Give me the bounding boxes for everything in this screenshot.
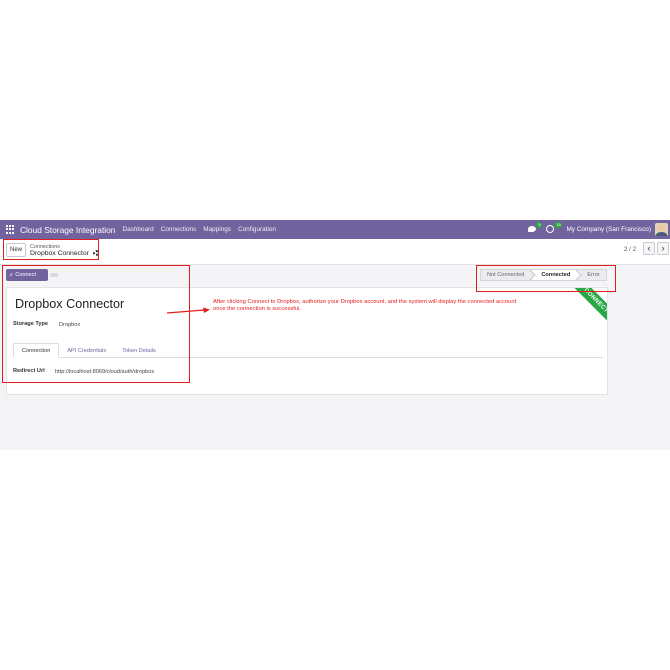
highlight-new-breadcrumb xyxy=(3,239,99,260)
pager-value: 2 / 2 xyxy=(624,246,637,253)
pager-prev-button[interactable]: ‹ xyxy=(643,242,655,255)
clock-icon xyxy=(546,225,555,233)
chat-badge: 5 xyxy=(536,222,543,228)
highlight-stages xyxy=(476,265,616,292)
menu-connections[interactable]: Connections xyxy=(161,226,197,233)
annotation-arrow xyxy=(166,307,210,314)
company-switcher[interactable]: My Company (San Francisco) xyxy=(566,226,651,233)
app-name[interactable]: Cloud Storage Integration xyxy=(20,225,115,235)
activity-button[interactable]: 16 xyxy=(546,222,563,234)
menu-configuration[interactable]: Configuration xyxy=(238,226,276,233)
menu-mappings[interactable]: Mappings xyxy=(203,226,231,233)
control-panel: New Connections Dropbox Connector 2 / 2 … xyxy=(0,239,670,265)
annotation-text: After clicking Connect to Dropbox, autho… xyxy=(213,299,517,312)
user-avatar[interactable] xyxy=(655,223,668,236)
chat-button[interactable]: 5 xyxy=(528,222,543,234)
navbar-systray: 5 16 My Company (San Francisco) xyxy=(528,220,670,239)
top-navbar: Cloud Storage Integration Dashboard Conn… xyxy=(0,220,670,239)
highlight-form-left xyxy=(2,265,190,383)
pager-next-button[interactable]: › xyxy=(657,242,669,255)
menu-dashboard[interactable]: Dashboard xyxy=(122,226,153,233)
connected-ribbon: CONNECTED xyxy=(563,288,607,340)
apps-grid-icon[interactable] xyxy=(6,225,15,234)
activity-badge: 16 xyxy=(554,222,563,228)
chat-icon xyxy=(528,226,537,232)
